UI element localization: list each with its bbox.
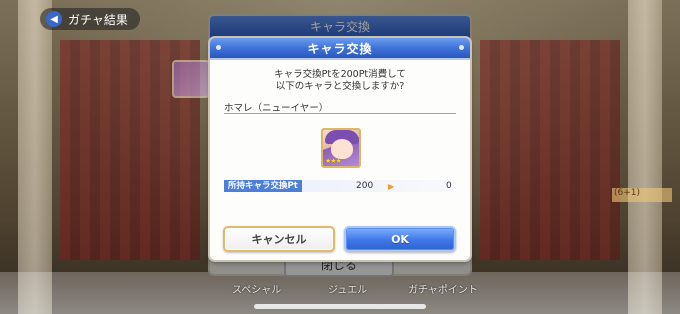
message-line-1: キャラ交換Ptを200Pt消費して — [274, 69, 406, 80]
back-button[interactable]: ◀ ガチャ結果 — [40, 8, 140, 30]
character-portrait[interactable]: ★★★ — [321, 128, 361, 168]
back-label: ガチャ結果 — [68, 12, 128, 27]
pull-count-tag: (6+1) — [612, 188, 672, 202]
message-line-2: 以下のキャラと交換しますか? — [275, 81, 405, 92]
points-after: 0 — [446, 181, 452, 191]
home-indicator[interactable] — [254, 304, 426, 309]
background-character-thumbnail — [172, 60, 210, 98]
arrow-right-icon: ▶ — [388, 181, 395, 191]
underlying-dialog-title: キャラ交換 — [210, 16, 470, 38]
star-rating-icon: ★★★ — [325, 157, 342, 165]
exchange-dialog: キャラ交換 キャラ交換Ptを200Pt消費して 以下のキャラと交換しますか? ホ… — [210, 38, 470, 260]
points-before: 200 — [356, 181, 374, 191]
dialog-title: キャラ交換 — [307, 41, 373, 56]
ok-button[interactable]: OK — [344, 226, 456, 252]
exchange-point-label: 所持キャラ交換Pt — [224, 180, 302, 192]
header-decoration-icon — [216, 45, 221, 50]
background-pillar — [18, 0, 52, 314]
character-name: ホマレ（ニューイヤー） — [224, 100, 456, 114]
cancel-button[interactable]: キャンセル — [223, 226, 335, 252]
exchange-point-row: 所持キャラ交換Pt 200 ▶ 0 — [224, 180, 456, 192]
bottom-tab-gacha-point[interactable]: ガチャポイント — [408, 281, 478, 296]
bottom-tab-jewel[interactable]: ジュエル — [328, 281, 367, 296]
confirm-message: キャラ交換Ptを200Pt消費して 以下のキャラと交換しますか? — [210, 69, 470, 93]
background-pillar — [628, 0, 662, 314]
header-decoration-icon — [459, 45, 464, 50]
dialog-header: キャラ交換 — [210, 38, 470, 60]
bottom-tab-special[interactable]: スペシャル — [232, 281, 281, 296]
portrait-face — [331, 139, 353, 159]
background-curtain — [480, 40, 620, 260]
back-arrow-icon: ◀ — [46, 11, 62, 27]
